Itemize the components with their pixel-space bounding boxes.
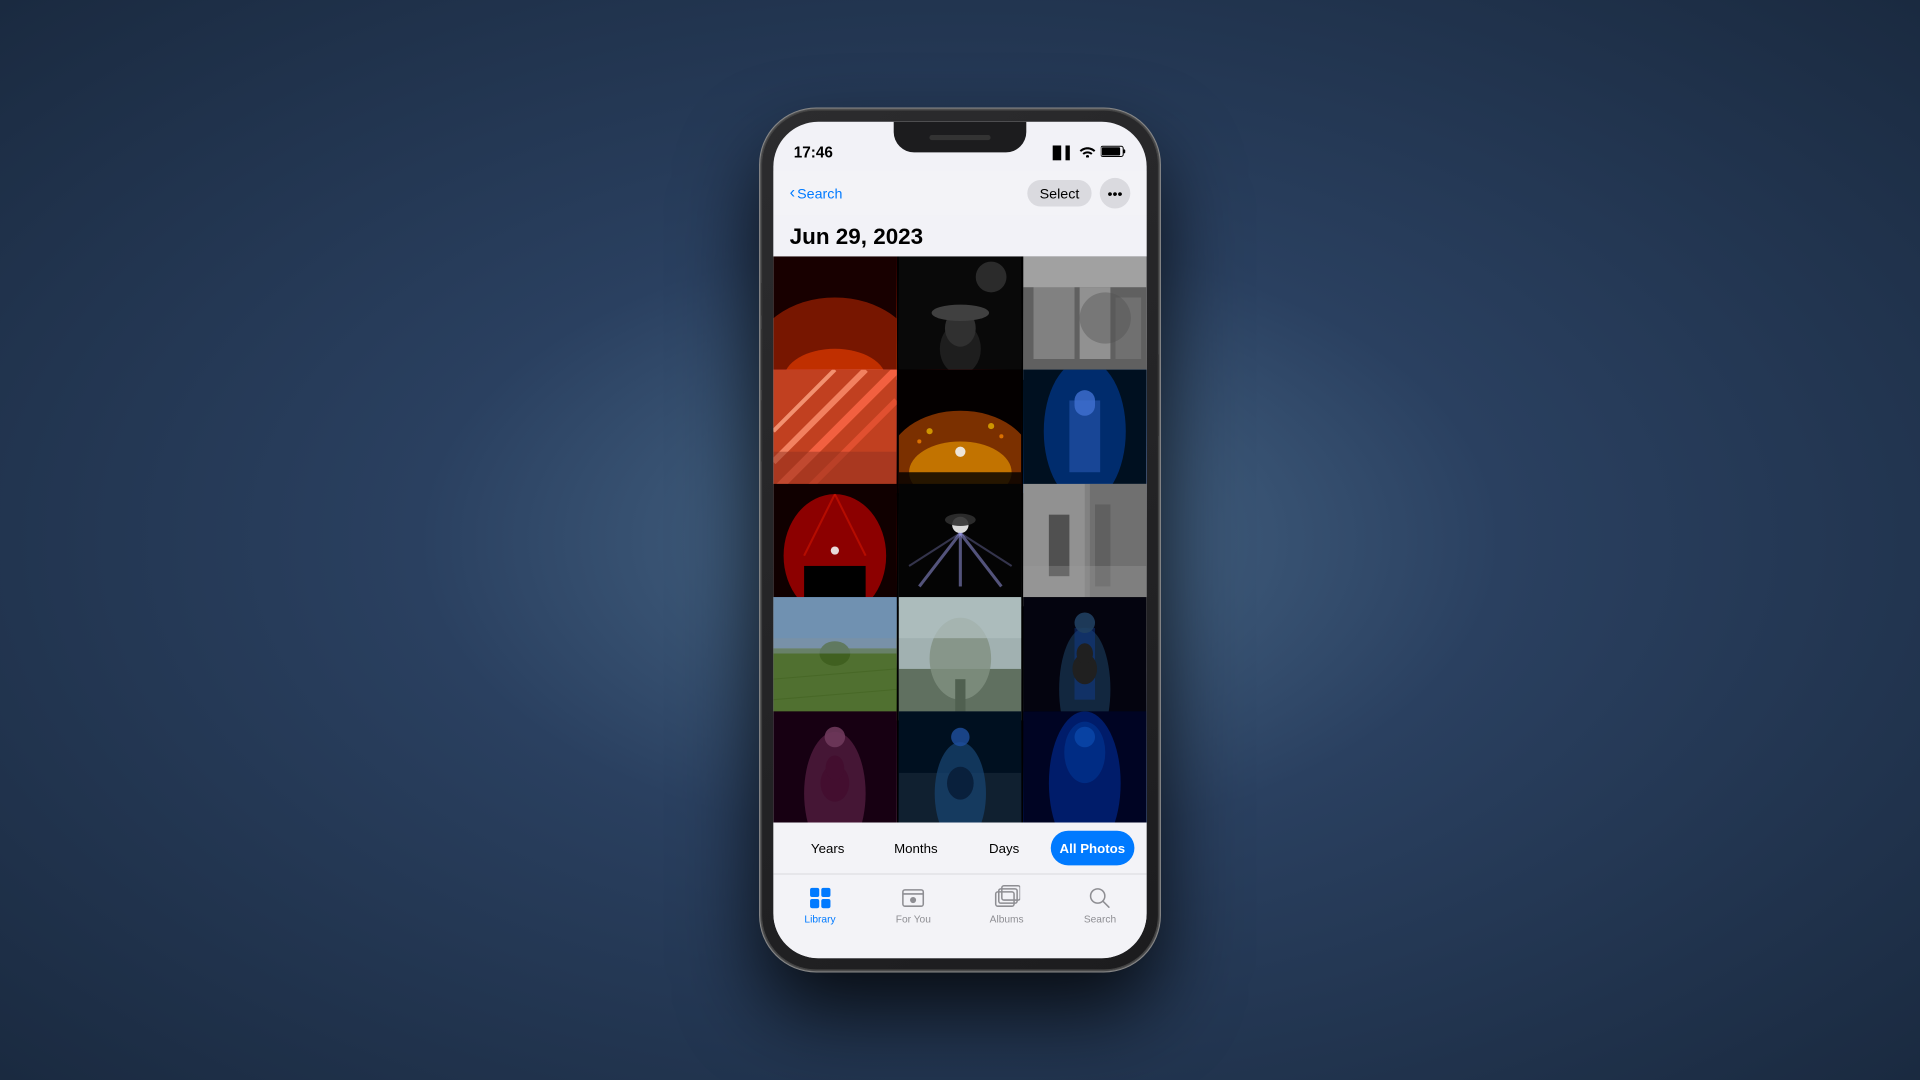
photo-thumbnail bbox=[773, 711, 896, 823]
status-time: 17:46 bbox=[794, 144, 833, 161]
tab-for-you[interactable]: For You bbox=[867, 883, 960, 926]
library-label: Library bbox=[804, 914, 835, 925]
tab-all-photos[interactable]: All Photos bbox=[1050, 831, 1134, 866]
phone-screen: 17:46 ▐▌▌ bbox=[773, 122, 1146, 958]
list-item[interactable] bbox=[1024, 484, 1147, 607]
photo-thumbnail bbox=[898, 711, 1021, 823]
list-item[interactable] bbox=[898, 256, 1021, 379]
power-button bbox=[1158, 354, 1159, 436]
photo-thumbnail bbox=[1024, 256, 1147, 379]
phone-shell: 17:46 ▐▌▌ bbox=[761, 110, 1159, 971]
tab-months[interactable]: Months bbox=[874, 831, 958, 866]
photo-thumbnail bbox=[773, 256, 896, 379]
wifi-icon bbox=[1079, 145, 1095, 160]
date-header: Jun 29, 2023 bbox=[773, 216, 1146, 257]
list-item[interactable] bbox=[773, 370, 896, 493]
photo-thumbnail bbox=[898, 597, 1021, 720]
search-icon bbox=[1087, 885, 1114, 912]
back-label: Search bbox=[797, 185, 842, 201]
photo-thumbnail bbox=[773, 597, 896, 720]
list-item[interactable] bbox=[773, 711, 896, 823]
photo-thumbnail bbox=[898, 484, 1021, 607]
tab-days[interactable]: Days bbox=[962, 831, 1046, 866]
status-icons: ▐▌▌ bbox=[1048, 145, 1126, 160]
more-options-button[interactable]: ••• bbox=[1100, 178, 1131, 209]
list-item[interactable] bbox=[773, 484, 896, 607]
signal-icon: ▐▌▌ bbox=[1048, 145, 1074, 159]
list-item[interactable] bbox=[898, 484, 1021, 607]
list-item[interactable] bbox=[773, 597, 896, 720]
phone-container: 17:46 ▐▌▌ bbox=[761, 110, 1159, 971]
albums-label: Albums bbox=[990, 914, 1024, 925]
back-button[interactable]: ‹ Search bbox=[790, 184, 843, 202]
list-item[interactable] bbox=[1024, 370, 1147, 493]
photo-thumbnail bbox=[1024, 484, 1147, 607]
albums-icon bbox=[993, 885, 1020, 912]
tab-albums[interactable]: Albums bbox=[960, 883, 1053, 926]
date-label: Jun 29, 2023 bbox=[790, 224, 923, 250]
photo-thumbnail bbox=[1024, 597, 1147, 720]
top-navigation: ‹ Search Select ••• bbox=[773, 171, 1146, 216]
battery-icon bbox=[1101, 145, 1127, 160]
back-arrow-icon: ‹ bbox=[790, 184, 795, 202]
list-item[interactable] bbox=[898, 597, 1021, 720]
photo-thumbnail bbox=[898, 256, 1021, 379]
select-button[interactable]: Select bbox=[1027, 180, 1091, 207]
bottom-tab-bar: Library For You bbox=[773, 874, 1146, 959]
list-item[interactable] bbox=[898, 711, 1021, 823]
list-item[interactable] bbox=[1024, 256, 1147, 379]
list-item[interactable] bbox=[773, 256, 896, 379]
for-you-label: For You bbox=[896, 914, 931, 925]
nav-actions: Select ••• bbox=[1027, 178, 1130, 209]
photo-grid bbox=[773, 256, 1146, 822]
more-options-icon: ••• bbox=[1108, 185, 1123, 201]
photo-thumbnail bbox=[898, 370, 1021, 493]
list-item[interactable] bbox=[898, 370, 1021, 493]
tab-years[interactable]: Years bbox=[786, 831, 870, 866]
photo-thumbnail bbox=[1024, 370, 1147, 493]
speaker bbox=[929, 135, 990, 140]
search-label: Search bbox=[1084, 914, 1116, 925]
list-item[interactable] bbox=[1024, 597, 1147, 720]
photo-thumbnail bbox=[773, 484, 896, 607]
photo-thumbnail bbox=[773, 370, 896, 493]
notch bbox=[894, 122, 1027, 153]
volume-up-button bbox=[761, 329, 762, 390]
volume-down-button bbox=[761, 400, 762, 461]
library-icon bbox=[807, 885, 834, 912]
tab-library[interactable]: Library bbox=[773, 883, 866, 926]
for-you-icon bbox=[900, 885, 927, 912]
mute-switch bbox=[761, 283, 762, 316]
tab-search[interactable]: Search bbox=[1053, 883, 1146, 926]
list-item[interactable] bbox=[1024, 711, 1147, 823]
photo-thumbnail bbox=[1024, 711, 1147, 823]
period-tabs: Years Months Days All Photos bbox=[773, 823, 1146, 874]
